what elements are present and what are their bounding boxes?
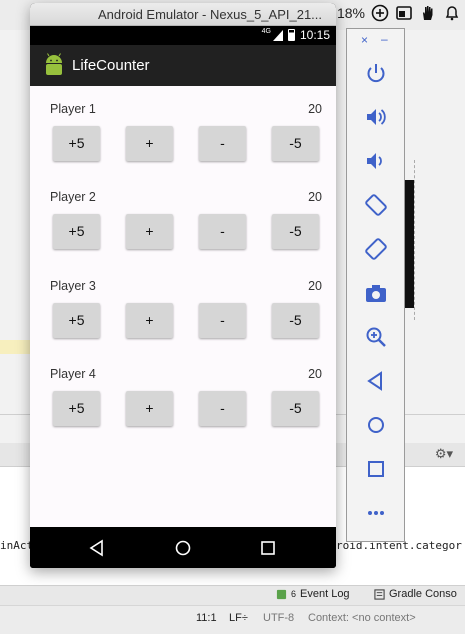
gradle-console-label: Gradle Conso xyxy=(389,588,457,600)
plus-five-button[interactable]: +5 xyxy=(53,391,100,426)
plus-one-button[interactable]: + xyxy=(126,126,173,161)
rotate-right-icon[interactable] xyxy=(363,236,389,262)
app-content: Player 1 20 +5 + - -5 Player 2 20 +5 + -… xyxy=(30,86,336,527)
network-type: 4G xyxy=(261,27,271,35)
plus-one-button[interactable]: + xyxy=(126,214,173,249)
plus-circle-icon[interactable] xyxy=(371,4,389,22)
ide-statusbar: 11:1 LF÷ UTF-8 Context: <no context> xyxy=(0,605,465,634)
plus-five-button[interactable]: +5 xyxy=(53,126,100,161)
context-indicator: Context: <no context> xyxy=(308,612,416,624)
android-logo-icon xyxy=(46,53,62,75)
minus-five-button[interactable]: -5 xyxy=(272,214,319,249)
battery-percent: 18% xyxy=(336,5,365,21)
ide-preview-strip xyxy=(404,180,414,308)
phone-clock: 10:15 xyxy=(299,28,330,42)
hand-icon[interactable] xyxy=(419,4,437,22)
gradle-console-tab[interactable]: Gradle Conso xyxy=(374,588,457,600)
app-title: LifeCounter xyxy=(72,57,150,74)
file-encoding[interactable]: UTF-8 xyxy=(263,612,294,624)
minus-five-button[interactable]: -5 xyxy=(272,126,319,161)
minus-one-button[interactable]: - xyxy=(199,126,246,161)
plus-five-button[interactable]: +5 xyxy=(53,214,100,249)
layout-guide xyxy=(414,160,432,320)
app-toolbar: LifeCounter xyxy=(30,45,336,86)
overview-icon[interactable] xyxy=(363,456,389,482)
player-life: 20 xyxy=(308,190,322,204)
minus-five-button[interactable]: -5 xyxy=(272,391,319,426)
phone-nav-bar xyxy=(30,527,336,568)
editor-highlight xyxy=(0,340,30,354)
minus-one-button[interactable]: - xyxy=(199,391,246,426)
minus-one-button[interactable]: - xyxy=(199,214,246,249)
bell-icon[interactable] xyxy=(443,4,461,22)
event-log-count: 6 xyxy=(291,589,297,599)
ide-bottom-tabs: 6 Event Log Gradle Conso xyxy=(0,585,465,605)
emulator-window: Android Emulator - Nexus_5_API_21... 4G … xyxy=(30,3,336,568)
volume-down-icon[interactable] xyxy=(363,148,389,174)
minus-five-button[interactable]: -5 xyxy=(272,303,319,338)
rotate-left-icon[interactable] xyxy=(363,192,389,218)
line-separator[interactable]: LF÷ xyxy=(229,612,248,624)
close-icon[interactable]: × xyxy=(361,33,368,47)
battery-icon xyxy=(287,29,295,41)
player-name: Player 3 xyxy=(50,279,96,293)
player-name: Player 1 xyxy=(50,102,96,116)
emulator-title: Android Emulator - Nexus_5_API_21... xyxy=(98,7,323,22)
plus-one-button[interactable]: + xyxy=(126,391,173,426)
console-text-left: inAct xyxy=(0,539,34,552)
event-log-tab[interactable]: 6 Event Log xyxy=(276,588,350,600)
camera-icon[interactable] xyxy=(363,280,389,306)
emulator-side-toolbar: × – xyxy=(346,28,405,542)
back-icon[interactable] xyxy=(88,539,106,557)
home-icon[interactable] xyxy=(174,539,192,557)
back-icon[interactable] xyxy=(363,368,389,394)
player-name: Player 2 xyxy=(50,190,96,204)
signal-icon xyxy=(272,29,283,41)
player-life: 20 xyxy=(308,102,322,116)
overview-icon[interactable] xyxy=(259,539,277,557)
plus-one-button[interactable]: + xyxy=(126,303,173,338)
cursor-position[interactable]: 11:1 xyxy=(196,612,217,624)
power-icon[interactable] xyxy=(363,60,389,86)
event-log-icon xyxy=(276,589,287,599)
more-icon[interactable] xyxy=(363,500,389,526)
minimize-icon[interactable]: – xyxy=(381,32,388,46)
phone-status-bar: 4G 10:15 xyxy=(30,26,336,45)
player-name: Player 4 xyxy=(50,367,96,381)
emulator-titlebar[interactable]: Android Emulator - Nexus_5_API_21... xyxy=(30,3,336,26)
player-life: 20 xyxy=(308,367,322,381)
player-life: 20 xyxy=(308,279,322,293)
home-icon[interactable] xyxy=(363,412,389,438)
gear-icon[interactable]: ⚙▾ xyxy=(435,446,453,462)
event-log-label: Event Log xyxy=(300,588,350,600)
console-icon xyxy=(374,588,385,600)
zoom-icon[interactable] xyxy=(363,324,389,350)
volume-up-icon[interactable] xyxy=(363,104,389,130)
plus-five-button[interactable]: +5 xyxy=(53,303,100,338)
window-icon[interactable] xyxy=(395,4,413,22)
minus-one-button[interactable]: - xyxy=(199,303,246,338)
